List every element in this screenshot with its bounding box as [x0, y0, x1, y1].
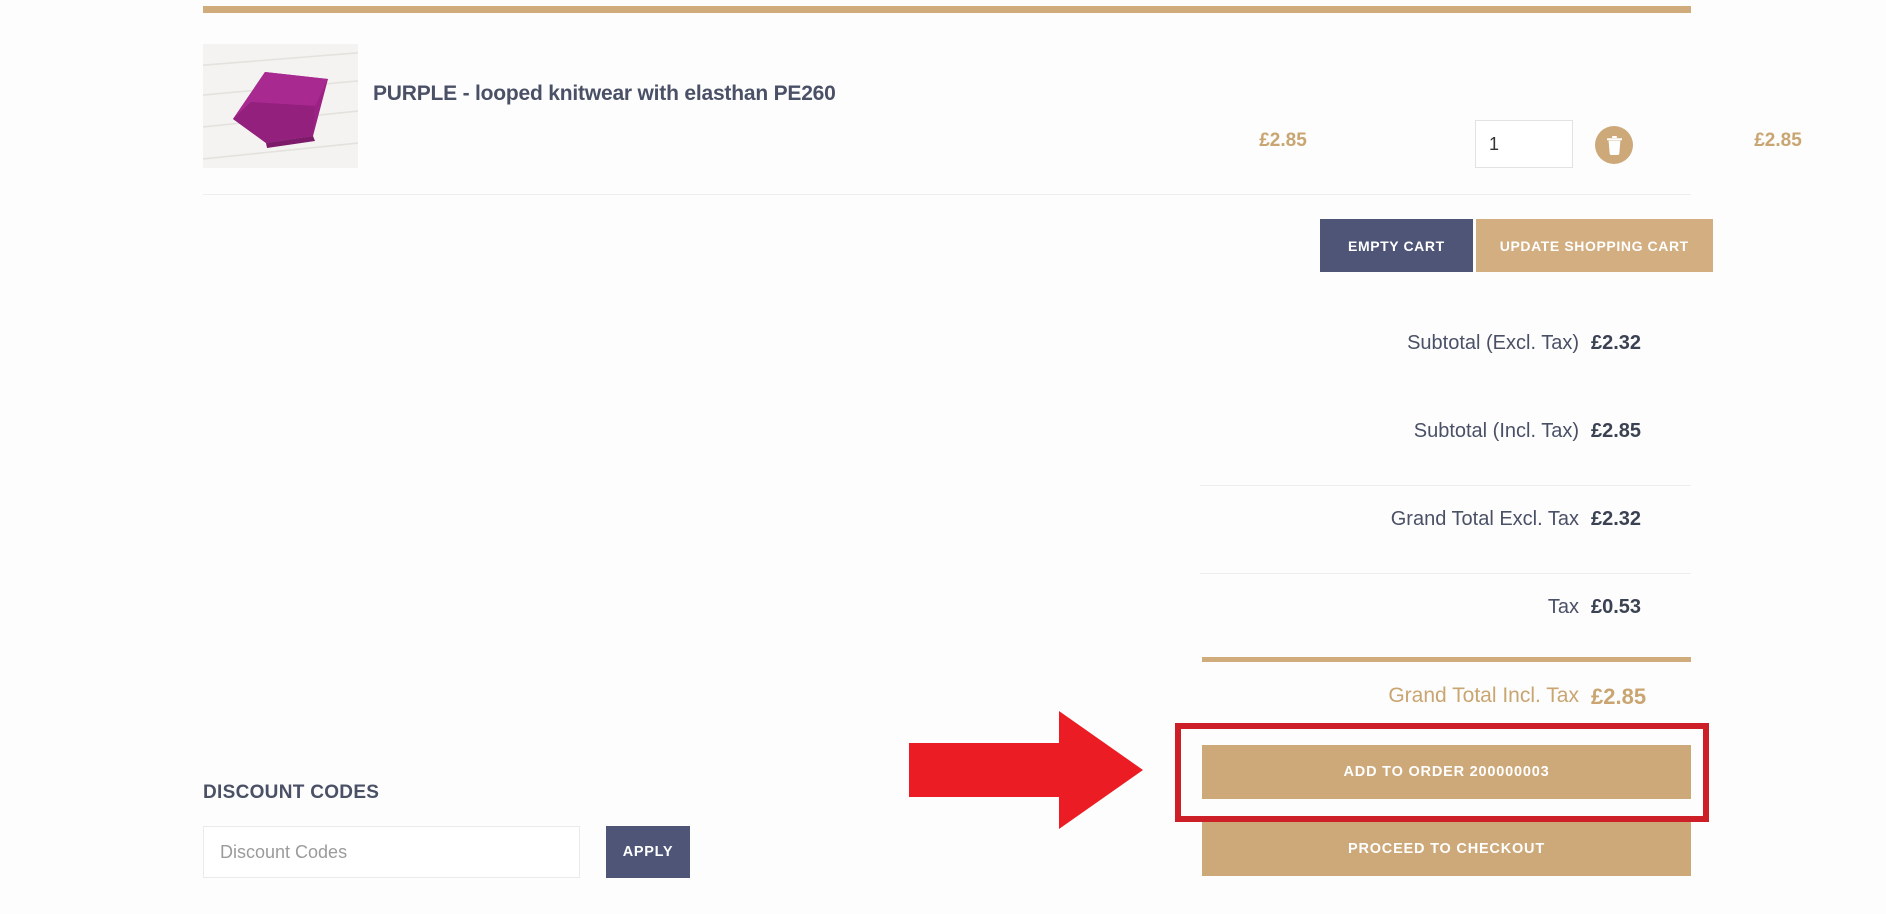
cart-action-buttons: EMPTY CART UPDATE SHOPPING CART	[1320, 219, 1713, 272]
proceed-to-checkout-button[interactable]: PROCEED TO CHECKOUT	[1202, 822, 1691, 876]
totals-label: Grand Total Excl. Tax	[1390, 508, 1579, 530]
discount-codes-title: DISCOUNT CODES	[203, 782, 380, 803]
empty-cart-button[interactable]: EMPTY CART	[1320, 219, 1473, 272]
totals-value: £2.32	[1591, 332, 1642, 354]
remove-item-button[interactable]	[1595, 126, 1633, 164]
product-name[interactable]: PURPLE - looped knitwear with elasthan P…	[373, 82, 1073, 106]
trash-icon	[1606, 135, 1623, 155]
totals-value: £2.32	[1591, 508, 1642, 530]
discount-codes-form: APPLY	[203, 826, 803, 878]
totals-value: £2.85	[1591, 420, 1642, 442]
cart-item-row: PURPLE - looped knitwear with elasthan P…	[203, 44, 1802, 172]
product-unit-price: £2.85	[1259, 130, 1307, 151]
apply-discount-button[interactable]: APPLY	[606, 826, 690, 878]
discount-code-input[interactable]	[203, 826, 580, 878]
totals-label: Tax	[1547, 596, 1579, 618]
totals-row-grand-total-excl: Grand Total Excl. Tax £2.32	[1040, 486, 1691, 574]
pointer-arrow-annotation	[909, 711, 1143, 829]
top-gold-divider	[203, 6, 1691, 13]
totals-label: Subtotal (Incl. Tax)	[1413, 420, 1579, 442]
product-thumbnail[interactable]	[203, 44, 358, 168]
discount-codes-section: DISCOUNT CODES APPLY	[203, 782, 803, 878]
shopping-cart-page: PURPLE - looped knitwear with elasthan P…	[0, 0, 1886, 914]
order-totals: Subtotal (Excl. Tax) £2.32 Subtotal (Inc…	[1040, 310, 1691, 750]
add-to-order-button[interactable]: ADD TO ORDER 200000003	[1202, 745, 1691, 799]
checkout-buttons: ADD TO ORDER 200000003 PROCEED TO CHECKO…	[1202, 745, 1691, 876]
totals-value: £2.85	[1591, 684, 1647, 709]
update-shopping-cart-button[interactable]: UPDATE SHOPPING CART	[1475, 219, 1713, 272]
totals-row-tax: Tax £0.53	[1040, 574, 1691, 662]
totals-value: £0.53	[1591, 596, 1642, 618]
quantity-input[interactable]	[1475, 120, 1573, 168]
totals-label: Grand Total Incl. Tax	[1388, 684, 1579, 707]
cart-row-separator	[203, 194, 1691, 195]
totals-row-subtotal-incl: Subtotal (Incl. Tax) £2.85	[1040, 398, 1691, 486]
totals-label: Subtotal (Excl. Tax)	[1407, 332, 1579, 354]
product-line-total: £2.85	[1754, 130, 1802, 151]
totals-row-subtotal-excl: Subtotal (Excl. Tax) £2.32	[1040, 310, 1691, 398]
